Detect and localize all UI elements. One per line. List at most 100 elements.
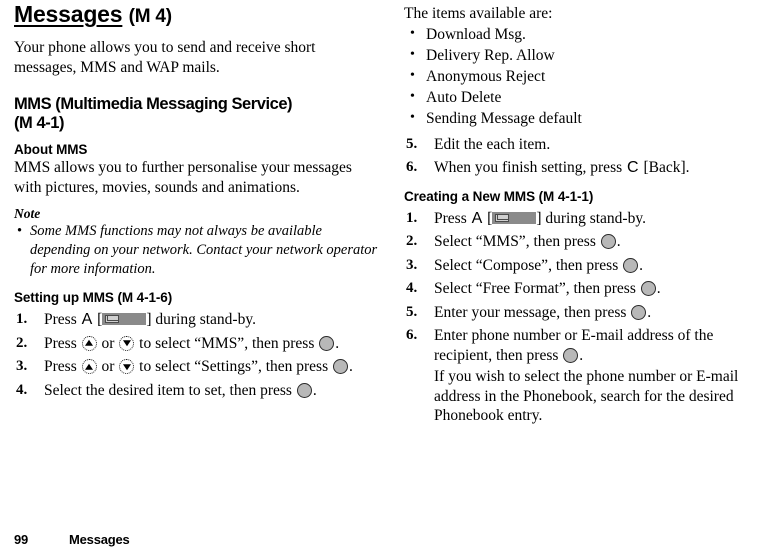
creating-new-mms-steps: 1. Press A [] during stand-by. 2. Select… (404, 209, 766, 426)
clear-key-c-label: C (627, 159, 639, 176)
step-text-pre: Press (434, 209, 471, 227)
mms-heading-line2: (M 4-1) (14, 114, 65, 132)
step-text-pre: Select “Compose”, then press (434, 256, 623, 274)
center-select-key-icon (319, 335, 335, 351)
footer-chapter-name: Messages (69, 532, 130, 547)
step-text-pre: Select the desired item to set, then pre… (44, 381, 296, 399)
list-item-label: Anonymous Reject (426, 67, 546, 85)
step-number: 3. (16, 358, 28, 374)
step-item: 4. Select the desired item to set, then … (14, 381, 380, 401)
step-text-post: . (616, 233, 621, 250)
up-arrow-key-icon (81, 335, 97, 351)
about-mms-text: MMS allows you to further personalise yo… (14, 159, 352, 196)
step-number: 6. (406, 327, 418, 343)
intro-paragraph: Your phone allows you to send and receiv… (14, 39, 316, 76)
list-item: • Download Msg. (404, 24, 766, 45)
step-item: 5. Edit the each item. (404, 135, 766, 155)
step-number: 4. (406, 280, 418, 296)
step-text-post: during stand-by. (155, 311, 256, 328)
step-text: Edit the each item. (434, 135, 551, 153)
list-item: • Anonymous Reject (404, 66, 766, 87)
step-item: 1. Press A [] during stand-by. (14, 310, 380, 330)
center-select-key-icon (563, 347, 579, 363)
mms-heading-line1: MMS (Multimedia Messaging Service) (14, 95, 293, 113)
step-text-post: . (312, 381, 317, 399)
bullet-icon: • (410, 67, 415, 83)
step-text-post: . (647, 303, 652, 321)
step-number: 1. (406, 209, 418, 226)
list-item-label: Auto Delete (426, 88, 502, 106)
step-text-mid1: or (97, 358, 119, 375)
step-text-post: . (579, 346, 584, 364)
setting-up-steps: 1. Press A [] during stand-by. 2. Press … (14, 310, 380, 400)
step-text-post: . (656, 280, 661, 297)
step-text-pre: Press (44, 334, 81, 352)
step-number: 2. (406, 233, 418, 249)
bracket-open: [ (483, 209, 493, 227)
step-item: 1. Press A [] during stand-by. (404, 209, 766, 229)
center-select-key-icon (600, 234, 616, 249)
step-number: 1. (16, 311, 28, 327)
envelope-icon (495, 213, 510, 222)
down-arrow-key-icon (119, 359, 135, 374)
page-title-text: Messages (14, 1, 123, 27)
left-column: Messages (M 4) Your phone allows you to … (14, 0, 380, 404)
center-select-key-icon (640, 281, 656, 296)
up-arrow-key-icon (81, 359, 97, 374)
note-item: • Some MMS functions may not always be a… (14, 222, 380, 279)
step-item: 3. Press or to select “Settings”, then p… (14, 357, 380, 377)
center-select-key-icon (631, 304, 647, 320)
about-mms-heading: About MMS (14, 142, 88, 157)
step-text-post: . (349, 358, 353, 375)
step-subtext: If you wish to select the phone number o… (434, 368, 739, 424)
step-item: 6. When you finish setting, press C [Bac… (404, 158, 766, 178)
page-title-code: (M 4) (128, 6, 173, 27)
down-arrow-key-icon (119, 335, 135, 351)
right-column: The items available are: • Download Msg.… (404, 0, 766, 430)
message-softkey-icon (102, 313, 147, 325)
step-item: 5. Enter your message, then press . (404, 303, 766, 323)
step-text-pre: Press (44, 311, 81, 328)
step-number: 5. (406, 303, 418, 320)
page-footer: 99 Messages (14, 532, 130, 547)
available-items-list: • Download Msg. • Delivery Rep. Allow • … (404, 24, 766, 129)
envelope-icon (105, 315, 120, 323)
message-softkey-icon (492, 211, 537, 224)
bullet-icon: • (410, 109, 415, 125)
step-item: 4. Select “Free Format”, then press . (404, 279, 766, 299)
step-number: 4. (16, 381, 28, 398)
center-select-key-icon (296, 382, 312, 398)
bracket-open: [ (93, 311, 103, 328)
step-text-pre: Select “Free Format”, then press (434, 280, 640, 297)
center-select-key-icon (333, 359, 348, 374)
setting-steps-continued: 5. Edit the each item. 6. When you finis… (404, 135, 766, 178)
creating-new-mms-heading: Creating a New MMS (M 4-1-1) (404, 188, 594, 204)
footer-page-number: 99 (14, 532, 29, 547)
step-number: 2. (16, 334, 28, 351)
step-text-post: during stand-by. (545, 209, 646, 227)
softkey-a-label: A (81, 311, 93, 328)
step-text-post: . (335, 334, 340, 352)
note-text: Some MMS functions may not always be ava… (30, 223, 378, 277)
note-label: Note (14, 206, 41, 221)
list-item-label: Download Msg. (426, 25, 526, 43)
step-text-post: [Back]. (639, 159, 690, 176)
step-text-mid1: or (97, 334, 119, 352)
step-number: 3. (406, 256, 418, 273)
bullet-icon: • (410, 88, 415, 104)
step-number: 5. (406, 135, 418, 152)
manual-page: Messages (M 4) Your phone allows you to … (0, 0, 766, 553)
note-bullet-icon: • (17, 223, 23, 239)
step-item: 6. Enter phone number or E-mail address … (404, 326, 766, 426)
center-select-key-icon (623, 257, 639, 273)
list-item: • Auto Delete (404, 87, 766, 108)
step-number: 6. (406, 159, 418, 175)
step-text-mid2: to select “Settings”, then press (135, 358, 332, 375)
softkey-a-label: A (471, 209, 483, 227)
list-item: • Sending Message default (404, 108, 766, 129)
step-text-pre: When you finish setting, press (434, 159, 627, 176)
step-item: 2. Select “MMS”, then press . (404, 232, 766, 252)
step-text-mid2: to select “MMS”, then press (135, 334, 319, 352)
step-text-pre: Select “MMS”, then press (434, 233, 600, 250)
step-text-pre: Press (44, 358, 81, 375)
